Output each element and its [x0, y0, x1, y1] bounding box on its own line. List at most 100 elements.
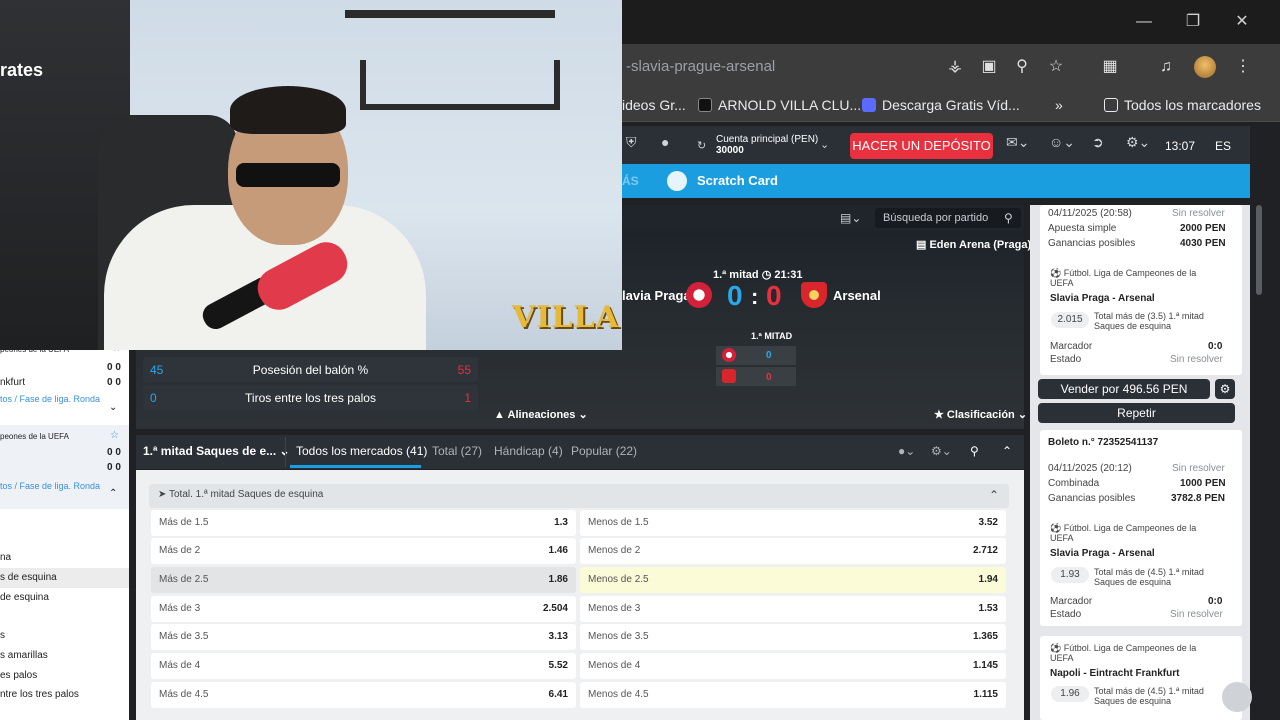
deposit-button[interactable]: HACER UN DEPÓSITO: [850, 133, 993, 159]
cashout-settings-icon[interactable]: ⚙: [1215, 379, 1235, 399]
tab-all-markets[interactable]: Todos los mercados (41): [296, 444, 427, 458]
search-icon[interactable]: ⚲: [1004, 211, 1013, 225]
home-score: 0: [727, 280, 743, 311]
star-icon[interactable]: ☆: [1045, 56, 1067, 78]
play-icon: [862, 98, 876, 112]
gains-value: 4030 PEN: [1180, 238, 1226, 249]
cashout-button[interactable]: Vender por 496.56 PEN: [1038, 379, 1210, 399]
chevron-down-icon[interactable]: ⌄: [109, 402, 117, 413]
bookmark-3[interactable]: Descarga Gratis Víd...: [862, 97, 1020, 113]
account-selector[interactable]: Cuenta principal (PEN) 30000: [716, 134, 818, 156]
chevron-down-icon[interactable]: ⌄: [820, 138, 829, 151]
chat-support-icon[interactable]: [1222, 682, 1252, 712]
bet-event: Napoli - Eintracht Frankfurt: [1050, 668, 1180, 679]
odd-under[interactable]: Menos de 4 1.145: [580, 653, 1006, 679]
chevron-up-icon[interactable]: ⌃: [989, 488, 999, 502]
sidebar-market-item[interactable]: ntre los tres palos: [0, 689, 79, 700]
media-icon[interactable]: ♫: [1155, 56, 1177, 78]
odd-under[interactable]: Menos de 2 2.712: [580, 538, 1006, 564]
collapse-icon[interactable]: ⌃: [1002, 444, 1012, 458]
bookmark-1[interactable]: ideos Gr...: [622, 97, 686, 113]
menu-icon[interactable]: ⋮: [1232, 56, 1254, 78]
bell-icon[interactable]: ●: [661, 134, 669, 150]
sidebar-market-item[interactable]: s: [0, 630, 5, 641]
marker-label: Marcador: [1050, 341, 1093, 352]
install-icon[interactable]: ▣: [978, 56, 1000, 78]
odd-over[interactable]: Más de 3 2.504: [151, 596, 576, 622]
ticket-number[interactable]: Boleto n.° 72352541137: [1048, 437, 1158, 448]
scrollbar-thumb[interactable]: [1256, 205, 1262, 295]
sidebar-market-item[interactable]: s de esquina: [0, 572, 57, 583]
bet-date: 04/11/2025 (20:12): [1048, 463, 1132, 474]
webcam-overlay: rates VILLA: [0, 0, 622, 350]
bet-selection: Total más de (4.5) 1.ª mitad Saques de e…: [1094, 567, 1204, 587]
shirt-icon: ▲: [494, 409, 508, 421]
tab-popular[interactable]: Popular (22): [571, 444, 637, 458]
match-search-input[interactable]: Búsqueda por partido: [875, 208, 1021, 228]
sidebar-market-item[interactable]: na: [0, 552, 11, 563]
state-value: Sin resolver: [1170, 609, 1223, 620]
profile-avatar[interactable]: [1194, 56, 1216, 78]
sidebar-market-item[interactable]: es palos: [0, 670, 37, 681]
score-separator: :: [751, 284, 759, 309]
odd-over[interactable]: Más de 3.5 3.13: [151, 624, 576, 650]
chevron-up-icon[interactable]: ⌃: [109, 488, 117, 499]
close-icon[interactable]: ✕: [1228, 8, 1256, 36]
market-group-dropdown[interactable]: 1.ª mitad Saques de e... ⌄: [143, 444, 290, 458]
odd-over[interactable]: Más de 4.5 6.41: [151, 682, 576, 708]
odd-over[interactable]: Más de 2 1.46: [151, 538, 576, 564]
restore-icon[interactable]: ❐: [1179, 8, 1207, 36]
bet-league: ⚽ Fútbol. Liga de Campeones de la UEFA: [1050, 523, 1197, 543]
sidebar-league: peones de la UEFA: [0, 432, 69, 441]
user-icon[interactable]: ☺⌄: [1049, 134, 1075, 151]
url-text[interactable]: -slavia-prague-arsenal: [626, 58, 775, 75]
nav-scratch-card[interactable]: Scratch Card: [697, 173, 778, 188]
odd-over[interactable]: Más de 2.5 1.86: [151, 567, 576, 593]
bet-league: ⚽ Fútbol. Liga de Campeones de la UEFA: [1050, 268, 1197, 288]
logout-icon[interactable]: ➲: [1092, 134, 1104, 151]
odd-under-selected[interactable]: Menos de 2.5 1.94: [580, 567, 1006, 593]
all-bookmarks[interactable]: Todos los marcadores: [1104, 97, 1261, 113]
zoom-icon[interactable]: ⚲: [1011, 56, 1033, 78]
bookmark-2[interactable]: ARNOLD VILLA CLU...: [698, 97, 861, 113]
language-selector[interactable]: ES: [1215, 139, 1231, 153]
odd-under[interactable]: Menos de 4.5 1.115: [580, 682, 1006, 708]
favorite-star-icon[interactable]: ☆: [110, 430, 119, 441]
odd-over[interactable]: Más de 1.5 1.3: [151, 510, 576, 536]
sidebar-round-link[interactable]: tos / Fase de liga. Ronda: [0, 481, 100, 491]
tab-total[interactable]: Total (27): [432, 444, 482, 458]
standings-toggle[interactable]: ★ Clasificación ⌄: [934, 408, 1027, 421]
sidebar-round-link[interactable]: tos / Fase de liga. Ronda: [0, 394, 100, 404]
half-score-label: 1.ª MITAD: [751, 331, 793, 341]
half-away-score: 0: [766, 372, 772, 383]
shield-icon[interactable]: ⛨: [626, 134, 637, 151]
slavia-crest-icon: [686, 282, 712, 308]
odd-over[interactable]: Más de 4 5.52: [151, 653, 576, 679]
refresh-icon[interactable]: ↻: [697, 139, 706, 152]
bookmarks-more-icon[interactable]: »: [1055, 97, 1063, 113]
nav-more[interactable]: ÁS: [622, 174, 639, 188]
sidebar-team[interactable]: nkfurt: [0, 377, 25, 388]
key-icon[interactable]: ⚶: [944, 56, 966, 78]
sidebar-market-item[interactable]: de esquina: [0, 592, 49, 603]
repeat-button[interactable]: Repetir: [1038, 403, 1235, 423]
stat-name: Posesión del balón %: [252, 363, 369, 377]
settings-icon[interactable]: ⚙⌄: [1126, 134, 1150, 151]
lineups-toggle[interactable]: ▲ Alineaciones ⌄: [494, 408, 588, 421]
chart-icon[interactable]: ▤⌄: [840, 211, 861, 225]
state-label: Estado: [1050, 609, 1082, 620]
tab-handicap[interactable]: Hándicap (4): [494, 444, 563, 458]
pin-icon[interactable]: ➤: [158, 489, 169, 500]
sidebar-market-item[interactable]: s amarillas: [0, 650, 48, 661]
market-settings-icon[interactable]: ⚙⌄: [931, 444, 952, 458]
market-search-icon[interactable]: ⚲: [970, 444, 979, 458]
marker-value: 0:0: [1208, 341, 1223, 352]
alert-bell-icon[interactable]: ●⌄: [898, 444, 915, 458]
odd-under[interactable]: Menos de 3.5 1.365: [580, 624, 1006, 650]
odd-under[interactable]: Menos de 1.5 3.52: [580, 510, 1006, 536]
extensions-icon[interactable]: ▦: [1099, 56, 1121, 78]
odd-under[interactable]: Menos de 3 1.53: [580, 596, 1006, 622]
minimize-icon[interactable]: —: [1130, 8, 1158, 36]
cam-poster: rates: [0, 60, 44, 80]
mail-icon[interactable]: ✉⌄: [1006, 134, 1029, 151]
